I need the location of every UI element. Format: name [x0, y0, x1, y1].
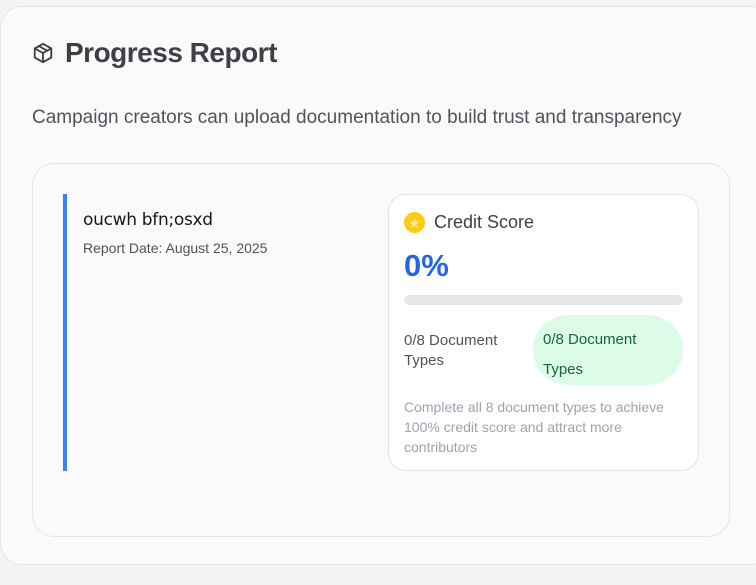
page-subtitle: Campaign creators can upload documentati…	[32, 107, 682, 128]
report-title: oucwh bfn;osxd	[83, 210, 213, 230]
report-container: oucwh bfn;osxd Report Date: August 25, 2…	[32, 163, 730, 537]
report-date: Report Date: August 25, 2025	[83, 240, 268, 256]
cube-icon	[32, 42, 54, 64]
page-title: Progress Report	[65, 37, 277, 68]
credit-score-progress-bar	[404, 295, 683, 305]
star-icon: ★	[404, 212, 425, 233]
document-types-count: 0/8 Document Types	[404, 332, 498, 369]
credit-score-value: 0%	[404, 248, 449, 283]
credit-score-hint: Complete all 8 document types to achieve…	[404, 399, 664, 455]
report-entry[interactable]: oucwh bfn;osxd Report Date: August 25, 2…	[63, 194, 323, 471]
credit-score-title: Credit Score	[434, 212, 535, 232]
document-types-badge: 0/8 Document Types	[533, 315, 683, 385]
progress-report-panel: Progress Report Campaign creators can up…	[0, 6, 756, 565]
credit-score-header: ★ Credit Score	[404, 212, 534, 233]
credit-score-card: ★ Credit Score 0% 0/8 Document Types 0/8…	[388, 194, 699, 471]
panel-header: Progress Report	[32, 37, 277, 69]
